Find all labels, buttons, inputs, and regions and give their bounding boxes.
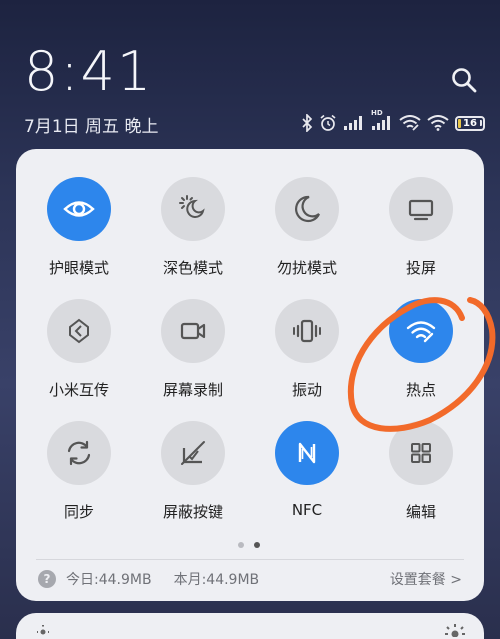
tile-mi-share[interactable]: 小米互传: [29, 299, 129, 400]
tile-label: 屏幕录制: [162, 381, 223, 399]
mi-share-icon: [69, 318, 89, 344]
tile-nfc-circle[interactable]: [275, 421, 339, 485]
tile-screen-cast[interactable]: 投屏: [371, 177, 471, 278]
tile-label: 深色模式: [162, 259, 223, 277]
hotspot-icon: [406, 321, 436, 343]
hd-label: HD: [371, 109, 383, 117]
status-time: 8:41: [24, 40, 154, 103]
tile-dark-mode-circle[interactable]: [161, 177, 225, 241]
brightness-panel: [16, 613, 484, 639]
nfc-icon: [298, 442, 316, 464]
block-keys-icon: [181, 441, 205, 465]
screen-cast-icon: [408, 199, 434, 221]
tile-label: 编辑: [405, 503, 436, 521]
tile-label: 勿扰模式: [276, 259, 337, 277]
sync-icon: [67, 440, 91, 466]
quick-settings-panel: 护眼模式 深色模式 勿扰模式 投屏 小米互传 屏幕录制 振动 热点 同步 屏蔽按…: [16, 149, 484, 601]
tile-label: 投屏: [405, 259, 436, 277]
tile-eye-care-circle[interactable]: [47, 177, 111, 241]
tile-label: NFC: [291, 501, 323, 519]
vibrate-icon: [293, 319, 321, 343]
bluetooth-icon: [301, 114, 313, 132]
tile-edit[interactable]: 编辑: [371, 421, 471, 522]
tile-hotspot-circle[interactable]: [389, 299, 453, 363]
wifi-icon: [427, 115, 449, 131]
sun-moon-icon: [179, 195, 205, 218]
usage-today: 今日:44.9MB: [66, 572, 152, 588]
tile-nfc[interactable]: NFC: [257, 421, 357, 519]
tile-sync[interactable]: 同步: [29, 421, 129, 522]
tile-block-keys-circle[interactable]: [161, 421, 225, 485]
data-usage-row: ? 今日:44.9MB 本月:44.9MB: [38, 567, 259, 591]
signal-strength-hd-icon: HD: [371, 109, 393, 131]
tile-screen-record-circle[interactable]: [161, 299, 225, 363]
status-bar-icons: HD 16: [301, 109, 485, 134]
tile-eye-care[interactable]: 护眼模式: [29, 177, 129, 278]
battery-level: 16: [463, 117, 477, 129]
search-icon[interactable]: [450, 66, 478, 94]
status-date: 7月1日 周五 晚上: [24, 117, 159, 137]
tile-screen-record[interactable]: 屏幕录制: [143, 299, 243, 400]
tile-label: 振动: [291, 381, 322, 399]
battery-icon: 16: [455, 115, 485, 131]
usage-month: 本月:44.9MB: [173, 572, 260, 588]
page-dot-1[interactable]: [238, 542, 244, 548]
tile-vibrate-circle[interactable]: [275, 299, 339, 363]
tile-block-keys[interactable]: 屏蔽按键: [143, 421, 243, 522]
tile-vibrate[interactable]: 振动: [257, 299, 357, 400]
tile-dark-mode[interactable]: 深色模式: [143, 177, 243, 278]
tile-mi-share-circle[interactable]: [47, 299, 111, 363]
set-data-plan-link[interactable]: 设置套餐 >: [390, 567, 462, 591]
signal-strength-icon: [343, 115, 365, 131]
brightness-low-icon: [37, 625, 49, 635]
tile-hotspot[interactable]: 热点: [371, 299, 471, 400]
page-dot-2[interactable]: [254, 542, 260, 548]
tile-do-not-disturb[interactable]: 勿扰模式: [257, 177, 357, 278]
grid-edit-icon: [411, 443, 431, 463]
tile-screen-cast-circle[interactable]: [389, 177, 453, 241]
eye-icon: [63, 201, 95, 217]
tile-label: 护眼模式: [48, 259, 109, 277]
alarm-icon: [319, 114, 337, 132]
video-camera-icon: [180, 322, 206, 340]
hotspot-status-icon: [399, 115, 421, 131]
tile-label: 屏蔽按键: [162, 503, 223, 521]
tile-label: 小米互传: [48, 381, 109, 399]
tile-sync-circle[interactable]: [47, 421, 111, 485]
page-indicator[interactable]: [238, 542, 260, 548]
tile-label: 同步: [63, 503, 94, 521]
brightness-high-icon: [445, 624, 465, 637]
moon-icon: [295, 195, 320, 223]
divider: [36, 559, 464, 560]
tile-edit-circle[interactable]: [389, 421, 453, 485]
help-icon[interactable]: ?: [38, 570, 56, 588]
tile-label: 热点: [405, 381, 436, 399]
tile-dnd-circle[interactable]: [275, 177, 339, 241]
